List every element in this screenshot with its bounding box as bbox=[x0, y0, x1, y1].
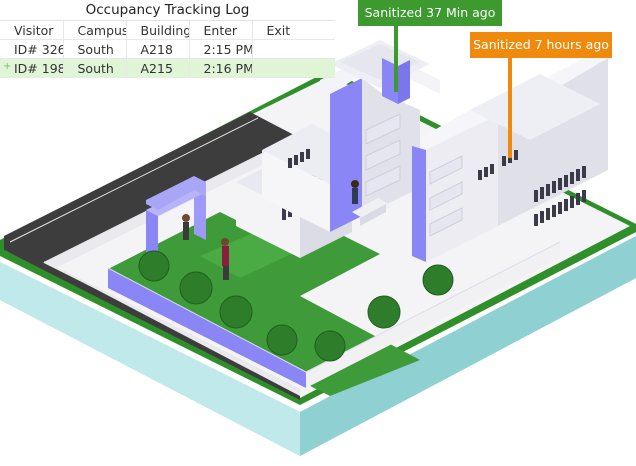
log-table: Visitor Campus Building Enter Exit ID# 3… bbox=[0, 21, 335, 78]
cell-building: A215 bbox=[126, 58, 190, 78]
col-header-visitor: Visitor bbox=[0, 21, 64, 40]
cell-campus: South bbox=[63, 58, 127, 78]
cell-exit bbox=[252, 39, 335, 59]
cell-enter: 2:16 PM bbox=[189, 58, 253, 78]
log-header-row: Visitor Campus Building Enter Exit bbox=[0, 21, 335, 40]
col-header-exit: Exit bbox=[252, 21, 335, 40]
cell-visitor: ID# 326 bbox=[0, 39, 64, 59]
cell-enter: 2:15 PM bbox=[189, 39, 253, 59]
cell-building: A218 bbox=[126, 39, 190, 59]
sanitized-callout-green: Sanitized 37 Min ago bbox=[358, 0, 502, 92]
col-header-campus: Campus bbox=[63, 21, 127, 40]
tower-purple-face bbox=[330, 78, 362, 232]
cell-visitor: + ID# 198 bbox=[0, 58, 64, 78]
table-row[interactable]: ID# 326 South A218 2:15 PM bbox=[0, 39, 335, 59]
callout-pointer bbox=[394, 26, 398, 92]
col-header-enter: Enter bbox=[189, 21, 253, 40]
col-header-building: Building bbox=[126, 21, 190, 40]
table-row[interactable]: + ID# 198 South A215 2:16 PM bbox=[0, 58, 335, 78]
callout-pointer bbox=[508, 58, 512, 158]
callout-label: Sanitized 7 hours ago bbox=[473, 37, 609, 52]
log-title: Occupancy Tracking Log bbox=[0, 0, 335, 21]
callout-label: Sanitized 37 Min ago bbox=[364, 5, 496, 20]
occupancy-log: Occupancy Tracking Log Visitor Campus Bu… bbox=[0, 0, 335, 78]
add-row-icon[interactable]: + bbox=[3, 61, 11, 72]
cell-exit bbox=[252, 58, 335, 78]
sanitized-callout-orange: Sanitized 7 hours ago bbox=[470, 32, 612, 158]
cell-campus: South bbox=[63, 39, 127, 59]
right-building-purple bbox=[412, 146, 426, 262]
